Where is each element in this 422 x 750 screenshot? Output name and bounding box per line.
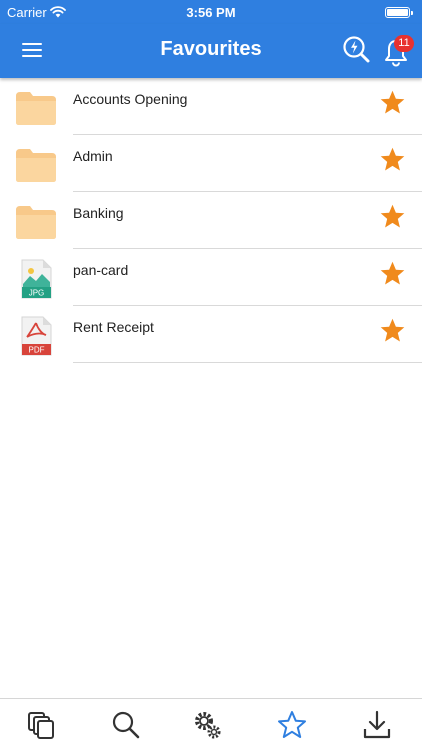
folder-icon bbox=[14, 145, 58, 185]
list-item[interactable]: JPG pan-card bbox=[0, 249, 422, 306]
list-item[interactable]: PDF Rent Receipt bbox=[0, 306, 422, 363]
tab-bar bbox=[0, 698, 422, 750]
item-name: Accounts Opening bbox=[73, 91, 188, 107]
star-icon[interactable] bbox=[379, 203, 406, 230]
item-name: Admin bbox=[73, 148, 113, 164]
item-name: pan-card bbox=[73, 262, 129, 278]
row-divider bbox=[73, 362, 422, 363]
quick-search-icon[interactable] bbox=[342, 35, 372, 65]
star-icon[interactable] bbox=[379, 260, 406, 287]
star-icon bbox=[278, 711, 306, 738]
item-name: Rent Receipt bbox=[73, 319, 154, 335]
documents-icon bbox=[28, 712, 54, 739]
jpg-file-icon: JPG bbox=[14, 259, 58, 299]
folder-icon bbox=[14, 88, 58, 128]
folder-icon bbox=[14, 202, 58, 242]
file-type-label: JPG bbox=[29, 289, 45, 298]
list-item[interactable]: Admin bbox=[0, 135, 422, 192]
download-icon bbox=[363, 710, 391, 739]
nav-bar: Favourites 11 bbox=[0, 24, 422, 78]
star-icon[interactable] bbox=[379, 89, 406, 116]
battery-icon bbox=[385, 7, 413, 18]
tab-downloads[interactable] bbox=[361, 709, 393, 741]
status-bar: Carrier 3:56 PM bbox=[0, 0, 422, 24]
list-item[interactable]: Accounts Opening bbox=[0, 78, 422, 135]
star-icon[interactable] bbox=[379, 146, 406, 173]
item-name: Banking bbox=[73, 205, 124, 221]
notification-badge: 11 bbox=[394, 35, 414, 52]
tab-favourites[interactable] bbox=[276, 709, 308, 741]
favourites-list: Accounts Opening Admin Banking JPG pan-card P… bbox=[0, 78, 422, 363]
file-type-label: PDF bbox=[29, 346, 45, 355]
tab-search[interactable] bbox=[110, 709, 142, 741]
search-icon bbox=[112, 711, 140, 739]
tab-settings[interactable] bbox=[192, 709, 224, 741]
tab-documents[interactable] bbox=[26, 709, 58, 741]
pdf-file-icon: PDF bbox=[14, 316, 58, 356]
list-item[interactable]: Banking bbox=[0, 192, 422, 249]
star-icon[interactable] bbox=[379, 317, 406, 344]
settings-icon bbox=[195, 712, 221, 739]
status-time: 3:56 PM bbox=[186, 5, 236, 20]
